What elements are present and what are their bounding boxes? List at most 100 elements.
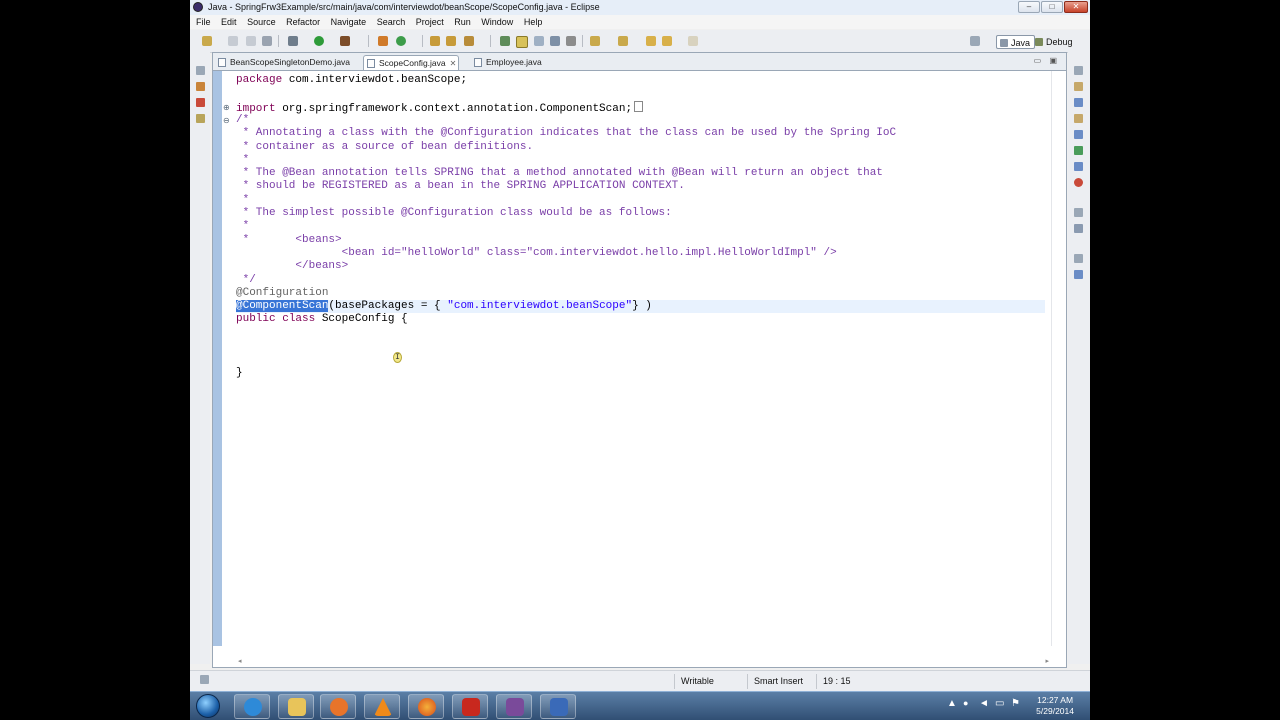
- action-center-icon[interactable]: ⚑: [1011, 698, 1020, 709]
- open-type-icon[interactable]: [430, 36, 440, 46]
- code-line[interactable]: * Annotating a class with the @Configura…: [236, 127, 1045, 140]
- menu-file[interactable]: File: [196, 17, 211, 27]
- outline-icon[interactable]: [1074, 98, 1083, 107]
- error-log-icon[interactable]: [1074, 178, 1083, 187]
- code-editor[interactable]: package com.interviewdot.beanScope; impor…: [236, 71, 1051, 646]
- tab-employee[interactable]: Employee.java: [471, 55, 563, 70]
- last-edit-icon[interactable]: [646, 36, 656, 46]
- show-whitespace-icon[interactable]: [566, 36, 576, 46]
- minimize-button[interactable]: –: [1018, 1, 1040, 13]
- code-line[interactable]: @ComponentScan(basePackages = { "com.int…: [236, 300, 1045, 314]
- menu-navigate[interactable]: Navigate: [331, 17, 367, 27]
- code-line[interactable]: [236, 327, 1045, 340]
- taskbar-clock[interactable]: 12:27 AM 5/29/2014: [1036, 695, 1074, 717]
- code-line[interactable]: * The simplest possible @Configuration c…: [236, 207, 1045, 220]
- fold-toggle-icon[interactable]: ⊕: [223, 101, 230, 114]
- display-icon[interactable]: ▭: [995, 698, 1004, 709]
- code-line[interactable]: *: [236, 220, 1045, 233]
- editor-minmax-icons[interactable]: ▭ ▣: [1034, 56, 1060, 65]
- toggle-breadcrumb-icon[interactable]: [534, 36, 544, 46]
- fast-view-icon[interactable]: [200, 675, 209, 684]
- taskbar-winrar[interactable]: [496, 694, 532, 719]
- save-all-icon[interactable]: [246, 36, 256, 46]
- code-line[interactable]: /*: [236, 114, 1045, 127]
- external-tools-icon[interactable]: [340, 36, 350, 46]
- horizontal-scrollbar[interactable]: ◂ ▸: [236, 657, 1051, 667]
- taskbar-file-explorer[interactable]: [278, 694, 314, 719]
- code-line[interactable]: [236, 353, 1045, 366]
- code-line[interactable]: * <beans>: [236, 234, 1045, 247]
- toggle-mark-icon[interactable]: [500, 36, 510, 46]
- fold-toggle-icon[interactable]: ⊖: [223, 114, 230, 127]
- back-icon[interactable]: [662, 36, 672, 46]
- javadoc-icon[interactable]: [1074, 162, 1083, 171]
- tab-beanscope-singleton-demo[interactable]: BeanScopeSingletonDemo.java: [215, 55, 365, 70]
- menu-source[interactable]: Source: [247, 17, 276, 27]
- menu-help[interactable]: Help: [524, 17, 543, 27]
- menu-window[interactable]: Window: [481, 17, 513, 27]
- junit-icon[interactable]: [196, 114, 205, 123]
- task-list-icon[interactable]: [1074, 82, 1083, 91]
- code-line[interactable]: }: [236, 367, 1045, 380]
- taskbar-internet-explorer[interactable]: [234, 694, 270, 719]
- menu-refactor[interactable]: Refactor: [286, 17, 320, 27]
- code-line[interactable]: import org.springframework.context.annot…: [236, 100, 1045, 115]
- console-icon[interactable]: [1074, 130, 1083, 139]
- restore-icon[interactable]: [1074, 66, 1083, 75]
- volume-icon[interactable]: ◄: [979, 698, 989, 709]
- code-line[interactable]: * should be REGISTERED as a bean in the …: [236, 180, 1045, 193]
- close-button[interactable]: ✕: [1064, 1, 1088, 13]
- code-line[interactable]: */: [236, 274, 1045, 287]
- restore-icon[interactable]: [1074, 208, 1083, 217]
- forward-icon[interactable]: [688, 36, 698, 46]
- code-line[interactable]: * The @Bean annotation tells SPRING that…: [236, 167, 1045, 180]
- code-line[interactable]: <bean id="helloWorld" class="com.intervi…: [236, 247, 1045, 260]
- declaration-icon[interactable]: [1074, 224, 1083, 233]
- open-perspective-icon[interactable]: [970, 36, 980, 46]
- tab-scopeconfig[interactable]: ScopeConfig.java ✕: [363, 55, 459, 70]
- package-explorer-icon[interactable]: [196, 82, 205, 91]
- search-icon[interactable]: [464, 36, 474, 46]
- code-line[interactable]: package com.interviewdot.beanScope;: [236, 74, 1045, 87]
- close-tab-icon[interactable]: ✕: [450, 59, 457, 68]
- code-line[interactable]: public class ScopeConfig {: [236, 313, 1045, 326]
- hierarchy-icon[interactable]: [196, 98, 205, 107]
- network-status-icon[interactable]: ●: [963, 698, 968, 708]
- next-annotation-icon[interactable]: [590, 36, 600, 46]
- restore-icon[interactable]: [196, 66, 205, 75]
- taskbar-media-player[interactable]: [320, 694, 356, 719]
- menu-search[interactable]: Search: [377, 17, 406, 27]
- progress-icon[interactable]: [1074, 146, 1083, 155]
- code-line[interactable]: *: [236, 194, 1045, 207]
- code-line[interactable]: </beans>: [236, 260, 1045, 273]
- maximize-button[interactable]: □: [1041, 1, 1063, 13]
- debug-icon[interactable]: [288, 36, 298, 46]
- open-resource-icon[interactable]: [446, 36, 456, 46]
- new-icon[interactable]: [202, 36, 212, 46]
- perspective-java[interactable]: Java: [996, 35, 1036, 49]
- taskbar-firefox[interactable]: [408, 694, 444, 719]
- type-hierarchy-icon[interactable]: [1074, 270, 1083, 279]
- restore-icon[interactable]: [1074, 254, 1083, 263]
- run-icon[interactable]: [314, 36, 324, 46]
- show-hidden-icons-icon[interactable]: ▲: [947, 698, 957, 709]
- menu-edit[interactable]: Edit: [221, 17, 237, 27]
- print-icon[interactable]: [262, 36, 272, 46]
- code-line[interactable]: *: [236, 154, 1045, 167]
- new-java-project-icon[interactable]: [378, 36, 388, 46]
- taskbar-filezilla[interactable]: [452, 694, 488, 719]
- taskbar-vlc[interactable]: [364, 694, 400, 719]
- toggle-highlight-icon[interactable]: [516, 36, 528, 48]
- code-line[interactable]: [236, 340, 1045, 353]
- menu-run[interactable]: Run: [454, 17, 471, 27]
- taskbar-save[interactable]: [540, 694, 576, 719]
- menu-project[interactable]: Project: [416, 17, 444, 27]
- save-icon[interactable]: [228, 36, 238, 46]
- block-selection-icon[interactable]: [550, 36, 560, 46]
- new-class-icon[interactable]: [396, 36, 406, 46]
- start-button[interactable]: [196, 694, 220, 718]
- code-line[interactable]: @Configuration: [236, 287, 1045, 300]
- perspective-debug[interactable]: Debug: [1032, 35, 1077, 49]
- code-line[interactable]: [236, 87, 1045, 100]
- previous-annotation-icon[interactable]: [618, 36, 628, 46]
